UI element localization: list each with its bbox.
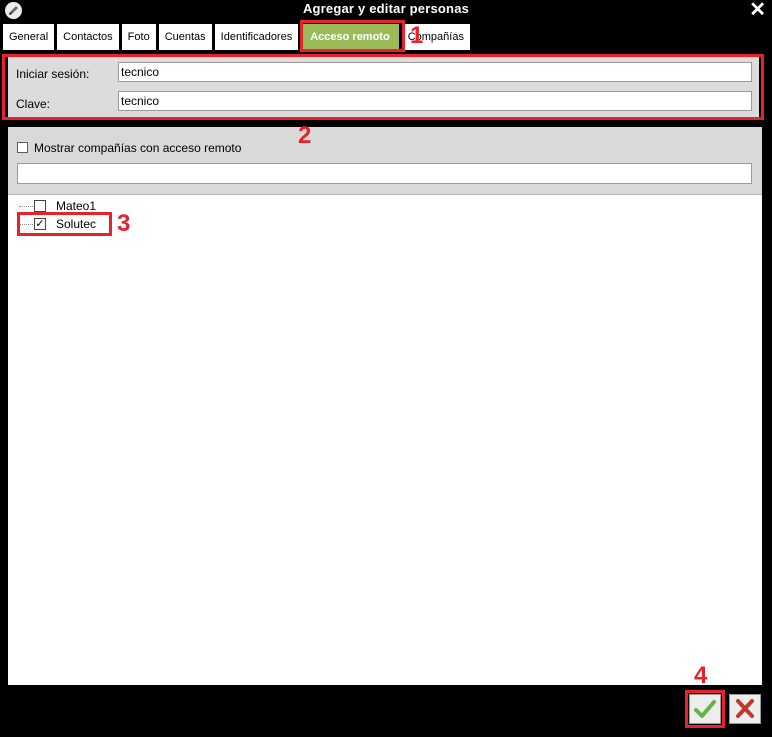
annotation-number-4: 4 <box>694 662 708 689</box>
annotation-number-1: 1 <box>410 22 424 49</box>
x-icon <box>736 699 754 718</box>
title-bar: Agregar y editar personas ✕ <box>0 0 772 20</box>
annotation-box-1 <box>300 20 405 52</box>
dialog-window: Agregar y editar personas ✕ General Cont… <box>0 0 772 737</box>
tab-cuentas[interactable]: Cuentas <box>158 24 212 50</box>
mateo1-checkbox[interactable] <box>34 200 46 212</box>
annotation-box-3 <box>17 212 112 236</box>
tree-item-label: Mateo1 <box>56 199 97 213</box>
window-title: Agregar y editar personas <box>302 1 470 16</box>
show-companies-label: Mostrar compañías con acceso remoto <box>34 141 242 155</box>
annotation-box-2 <box>2 54 764 120</box>
company-tree: Mateo1 ✓ Solutec <box>8 194 762 685</box>
close-icon[interactable]: ✕ <box>749 0 766 20</box>
tab-foto[interactable]: Foto <box>121 24 156 50</box>
tab-general[interactable]: General <box>3 24 55 50</box>
show-companies-checkbox[interactable] <box>17 142 28 153</box>
annotation-number-3: 3 <box>117 210 131 237</box>
tree-connector <box>19 206 33 207</box>
annotation-box-4 <box>685 690 725 728</box>
tab-identificadores[interactable]: Identificadores <box>214 24 299 50</box>
cancel-button[interactable] <box>729 694 761 724</box>
company-filter-input[interactable] <box>17 163 752 184</box>
annotation-number-2: 2 <box>298 122 312 149</box>
tab-contactos[interactable]: Contactos <box>57 24 119 50</box>
